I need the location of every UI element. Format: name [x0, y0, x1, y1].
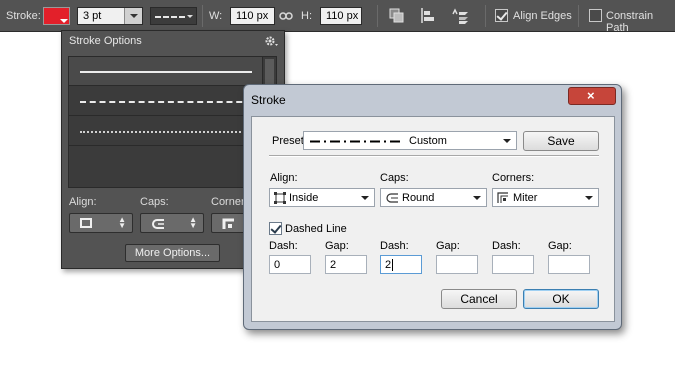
divider	[269, 155, 599, 157]
gap-1-field[interactable]: 2	[325, 255, 367, 274]
gap-1-label: Gap:	[325, 240, 349, 252]
dashed-line-preview	[80, 101, 252, 103]
align-label: Align:	[270, 172, 298, 184]
preset-label: Preset:	[272, 135, 307, 147]
align-value: Inside	[289, 192, 319, 204]
divider	[202, 5, 203, 27]
panel-title: Stroke Options	[69, 35, 142, 47]
height-label: H:	[301, 10, 312, 22]
gear-icon[interactable]	[264, 35, 280, 47]
preset-dashed[interactable]	[69, 87, 263, 116]
align-label: Align:	[69, 196, 97, 208]
dash-2-label: Dash:	[380, 240, 409, 252]
preset-select[interactable]: Custom	[303, 131, 517, 150]
close-button[interactable]: ×	[568, 87, 616, 105]
dash-3-label: Dash:	[492, 240, 521, 252]
constrain-path-label: Constrain Path	[606, 10, 654, 34]
width-value: 110 px	[236, 10, 269, 22]
align-select[interactable]: Inside	[269, 188, 375, 207]
corners-value: Miter	[513, 192, 538, 204]
stroke-dialog: Stroke × Preset: Custom Save Align: Caps…	[243, 84, 622, 330]
preset-solid[interactable]	[69, 57, 263, 86]
align-inside-icon	[274, 192, 286, 204]
chevron-down-icon	[503, 139, 511, 143]
caps-label: Caps:	[140, 196, 169, 208]
preset-value: Custom	[409, 135, 447, 147]
dash-3-field[interactable]	[492, 255, 534, 274]
height-field[interactable]: 110 px	[320, 7, 362, 25]
miter-corner-icon	[222, 218, 234, 229]
stroke-label: Stroke:	[6, 10, 41, 22]
gap-3-field[interactable]	[548, 255, 590, 274]
round-cap-icon	[152, 219, 164, 229]
caps-label: Caps:	[380, 172, 409, 184]
link-icon[interactable]	[279, 10, 293, 22]
gap-2-label: Gap:	[436, 240, 460, 252]
dashed-line-label: Dashed Line	[285, 223, 347, 235]
stroke-color-swatch[interactable]	[43, 7, 70, 25]
stroke-width-value: 3 pt	[83, 10, 102, 22]
dash-2-value: 2	[385, 259, 392, 271]
workspace: Stroke: 3 pt W: 110 px H: 110 px Align E…	[0, 0, 675, 374]
dash-dot-line-preview	[310, 140, 404, 143]
path-alignment-icon[interactable]	[420, 7, 436, 25]
caps-select[interactable]: ▲ ▼	[140, 213, 204, 233]
dialog-title: Stroke	[251, 93, 286, 107]
height-value: 110 px	[326, 10, 359, 22]
ok-button[interactable]: OK	[523, 289, 599, 309]
dialog-body: Preset: Custom Save Align: Caps: Corners…	[251, 116, 615, 322]
spinner-arrows-icon: ▲ ▼	[189, 215, 197, 230]
align-edges-checkbox[interactable]	[495, 9, 508, 22]
close-icon: ×	[587, 88, 595, 103]
stroke-width-field[interactable]: 3 pt	[77, 7, 143, 25]
gap-3-label: Gap:	[548, 240, 572, 252]
dotted-line-preview	[80, 131, 252, 133]
more-options-button[interactable]: More Options...	[125, 244, 220, 262]
corners-select[interactable]: Miter	[492, 188, 599, 207]
text-caret	[392, 259, 393, 271]
divider	[485, 5, 486, 27]
caps-select[interactable]: Round	[380, 188, 487, 207]
stroke-width-dropdown-button[interactable]	[124, 8, 142, 24]
dash-1-field[interactable]: 0	[269, 255, 311, 274]
dash-2-field[interactable]: 2	[380, 255, 422, 274]
constrain-path-checkbox[interactable]	[589, 9, 602, 22]
align-select[interactable]: ▲ ▼	[69, 213, 133, 233]
chevron-down-icon	[585, 196, 593, 200]
divider	[578, 5, 579, 27]
save-button[interactable]: Save	[523, 131, 599, 151]
preset-dotted[interactable]	[69, 117, 263, 146]
chevron-down-icon	[60, 19, 68, 23]
chevron-down-icon	[361, 196, 369, 200]
divider	[377, 5, 378, 27]
cancel-button[interactable]: Cancel	[441, 289, 517, 309]
dashed-line-checkbox[interactable]	[269, 222, 282, 235]
align-inside-icon	[80, 218, 92, 228]
path-operations-icon[interactable]	[389, 8, 405, 24]
spinner-arrows-icon: ▲ ▼	[118, 215, 126, 230]
dash-line-preview	[155, 16, 185, 18]
options-bar: Stroke: 3 pt W: 110 px H: 110 px Align E…	[0, 0, 675, 34]
chevron-down-icon	[473, 196, 481, 200]
chevron-down-icon	[187, 15, 193, 18]
solid-line-preview	[80, 71, 252, 73]
gap-2-field[interactable]	[436, 255, 478, 274]
width-field[interactable]: 110 px	[230, 7, 275, 25]
stroke-type-picker[interactable]	[150, 7, 197, 25]
round-cap-icon	[386, 193, 398, 203]
caps-value: Round	[402, 192, 435, 204]
align-edges-label: Align Edges	[513, 10, 572, 22]
corners-label: Corners:	[492, 172, 535, 184]
miter-corner-icon	[497, 192, 508, 203]
width-label: W:	[209, 10, 223, 22]
dash-1-label: Dash:	[269, 240, 298, 252]
path-arrangement-icon[interactable]	[450, 7, 470, 25]
